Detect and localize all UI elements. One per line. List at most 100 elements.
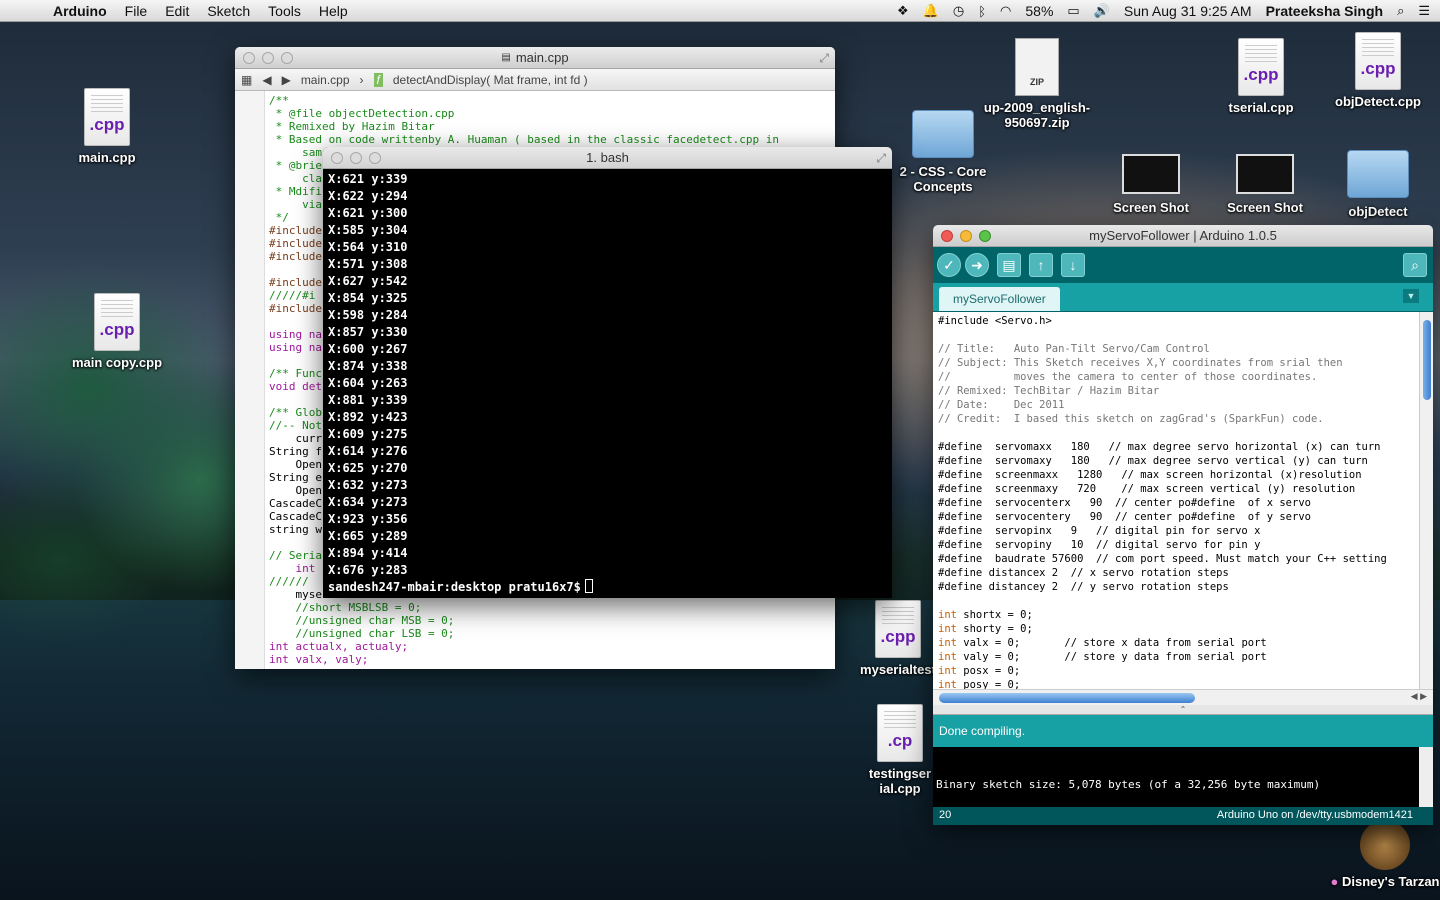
terminal-titlebar[interactable]: 1. bash ⤢ (323, 147, 892, 169)
sketch-line: // moves the camera to center of those c… (938, 371, 1318, 383)
desktop-icon-screenshot-1[interactable]: Screen Shot (1091, 154, 1211, 215)
editor-vertical-scrollbar[interactable] (1419, 312, 1433, 689)
screenshot-thumbnail-icon (1236, 154, 1294, 194)
menu-file[interactable]: File (116, 3, 157, 19)
sketch-line: #define servomaxy 180 // max degree serv… (938, 455, 1368, 467)
forward-arrow-icon[interactable]: ▶ (282, 73, 291, 87)
menu-edit[interactable]: Edit (156, 3, 198, 19)
terminal-line: X:665 y:289 (328, 529, 408, 543)
tab-myservofollower[interactable]: myServoFollower (939, 287, 1060, 311)
menu-bar: Arduino File Edit Sketch Tools Help ❖ 🔔 … (0, 0, 1440, 22)
desktop-icon-tserial-cpp[interactable]: .cpp tserial.cpp (1201, 38, 1321, 115)
notification-center-icon[interactable]: ☰ (1418, 3, 1430, 19)
console-scrollbar[interactable] (1419, 747, 1433, 807)
code-line: int valx, valy; (269, 653, 369, 666)
pane-divider[interactable]: ⌃ (933, 705, 1433, 715)
sketch-line: // Title: Auto Pan-Tilt Servo/Cam Contro… (938, 343, 1210, 355)
close-button[interactable] (941, 230, 953, 242)
verify-button[interactable]: ✓ (937, 253, 961, 277)
serial-monitor-button[interactable]: ⌕ (1403, 253, 1427, 277)
desktop-icon-objdetect-folder[interactable]: objDetect (1318, 150, 1438, 219)
desktop-icon-tarzan[interactable]: ● Disney's Tarzan (1330, 820, 1440, 889)
sketch-line (938, 328, 1414, 342)
save-sketch-button[interactable]: ↓ (1061, 253, 1085, 277)
cpp-file-icon: .cpp (1238, 38, 1284, 96)
open-sketch-button[interactable]: ↑ (1029, 253, 1053, 277)
sketch-line (938, 426, 1414, 440)
icon-label: Screen Shot (1227, 200, 1303, 215)
line-number: 20 (939, 809, 952, 821)
bluetooth-icon[interactable]: ᛒ (978, 4, 986, 19)
cpp-file-icon: .cp (877, 704, 923, 762)
desktop-icon-screenshot-2[interactable]: Screen Shot (1205, 154, 1325, 215)
battery-percent[interactable]: 58% (1025, 3, 1053, 19)
terminal-line: X:894 y:414 (328, 546, 408, 560)
icon-label: objDetect.cpp (1335, 94, 1421, 109)
shell-prompt[interactable]: sandesh247-mbair:desktop pratu16x7$ (328, 579, 887, 596)
sketch-line: #include <Servo.h> (938, 315, 1052, 327)
terminal-line: X:854 y:325 (328, 291, 408, 305)
desktop-icon-css-folder[interactable]: 2 - CSS - Core Concepts (883, 110, 1003, 194)
console-output: Binary sketch size: 5,078 bytes (of a 32… (933, 747, 1433, 807)
sketch-editor[interactable]: #include <Servo.h> // Title: Auto Pan-Ti… (933, 312, 1419, 689)
notification-icon[interactable]: 🔔 (923, 3, 939, 19)
terminal-line: X:614 y:276 (328, 444, 408, 458)
code-line: //short MSBLSB = 0; (269, 601, 422, 614)
zoom-button[interactable] (281, 52, 293, 64)
chevron-right-icon: › (359, 72, 364, 87)
sketch-line: int shorty = 0; (938, 623, 1033, 635)
upload-button[interactable]: ➜ (965, 253, 989, 277)
menu-tools[interactable]: Tools (259, 3, 310, 19)
clock[interactable]: Sun Aug 31 9:25 AM (1124, 3, 1252, 19)
dropbox-icon[interactable]: ❖ (897, 3, 909, 19)
terminal-line: X:600 y:267 (328, 342, 408, 356)
zip-file-icon: ZIP (1015, 38, 1059, 96)
close-button[interactable] (243, 52, 255, 64)
desktop-icon-main-copy-cpp[interactable]: .cpp main copy.cpp (57, 293, 177, 370)
related-items-icon[interactable]: ▦ (241, 73, 252, 87)
jump-file[interactable]: main.cpp (301, 73, 350, 87)
user-name[interactable]: Prateeksha Singh (1266, 3, 1384, 19)
menu-sketch[interactable]: Sketch (198, 3, 259, 19)
window-title: myServoFollower | Arduino 1.0.5 (1089, 228, 1277, 243)
icon-label: main.cpp (78, 150, 136, 165)
fullscreen-icon[interactable]: ⤢ (819, 51, 829, 66)
sketch-line: #define screenmaxy 720 // max screen ver… (938, 483, 1356, 495)
sketch-line: // Date: Dec 2011 (938, 399, 1065, 411)
scroll-arrows-icon[interactable]: ◀ ▶ (1411, 691, 1427, 702)
sketch-line: // Remixed: TechBitar / Hazim Bitar (938, 385, 1160, 397)
fullscreen-icon[interactable]: ⤢ (876, 151, 886, 166)
volume-icon[interactable]: 🔊 (1094, 3, 1110, 19)
sketch-line: #define screenmaxx 1280 // max screen ho… (938, 469, 1362, 481)
tab-menu-chevron-down-icon[interactable]: ▼ (1403, 289, 1419, 303)
icon-label: testingserial.cpp (868, 766, 932, 796)
zoom-button[interactable] (979, 230, 991, 242)
screenshot-thumbnail-icon (1122, 154, 1180, 194)
back-arrow-icon[interactable]: ◀ (262, 73, 271, 87)
menu-help[interactable]: Help (310, 3, 357, 19)
minimize-button[interactable] (262, 52, 274, 64)
scroll-thumb[interactable] (939, 693, 1195, 703)
desktop-icon-testingserial[interactable]: .cp testingserial.cpp (868, 704, 932, 796)
editor-horizontal-scrollbar[interactable]: ◀ ▶ (933, 689, 1433, 705)
menu-app[interactable]: Arduino (44, 3, 116, 19)
scroll-thumb[interactable] (1423, 320, 1431, 400)
wifi-icon[interactable]: ◠ (1000, 3, 1011, 19)
cpp-file-icon: .cpp (875, 600, 921, 658)
new-sketch-button[interactable]: ▤ (997, 253, 1021, 277)
zoom-button[interactable] (369, 152, 381, 164)
minimize-button[interactable] (960, 230, 972, 242)
jump-function[interactable]: detectAndDisplay( Mat frame, int fd ) (393, 73, 588, 87)
minimize-button[interactable] (350, 152, 362, 164)
window-title: 1. bash (586, 150, 629, 165)
close-button[interactable] (331, 152, 343, 164)
arduino-titlebar[interactable]: myServoFollower | Arduino 1.0.5 (933, 225, 1433, 247)
desktop-icon-objdetect-cpp[interactable]: .cpp objDetect.cpp (1318, 32, 1438, 109)
time-machine-icon[interactable]: ◷ (953, 3, 964, 19)
terminal-line: X:857 y:330 (328, 325, 408, 339)
terminal-output[interactable]: X:621 y:339 X:622 y:294 X:621 y:300 X:585 y… (323, 169, 892, 598)
icon-label: ● Disney's Tarzan (1330, 874, 1440, 889)
desktop-icon-main-cpp[interactable]: .cpp main.cpp (47, 88, 167, 165)
spotlight-search-icon[interactable]: ⌕ (1397, 3, 1404, 19)
xcode-titlebar[interactable]: ▤ main.cpp ⤢ (235, 47, 835, 69)
